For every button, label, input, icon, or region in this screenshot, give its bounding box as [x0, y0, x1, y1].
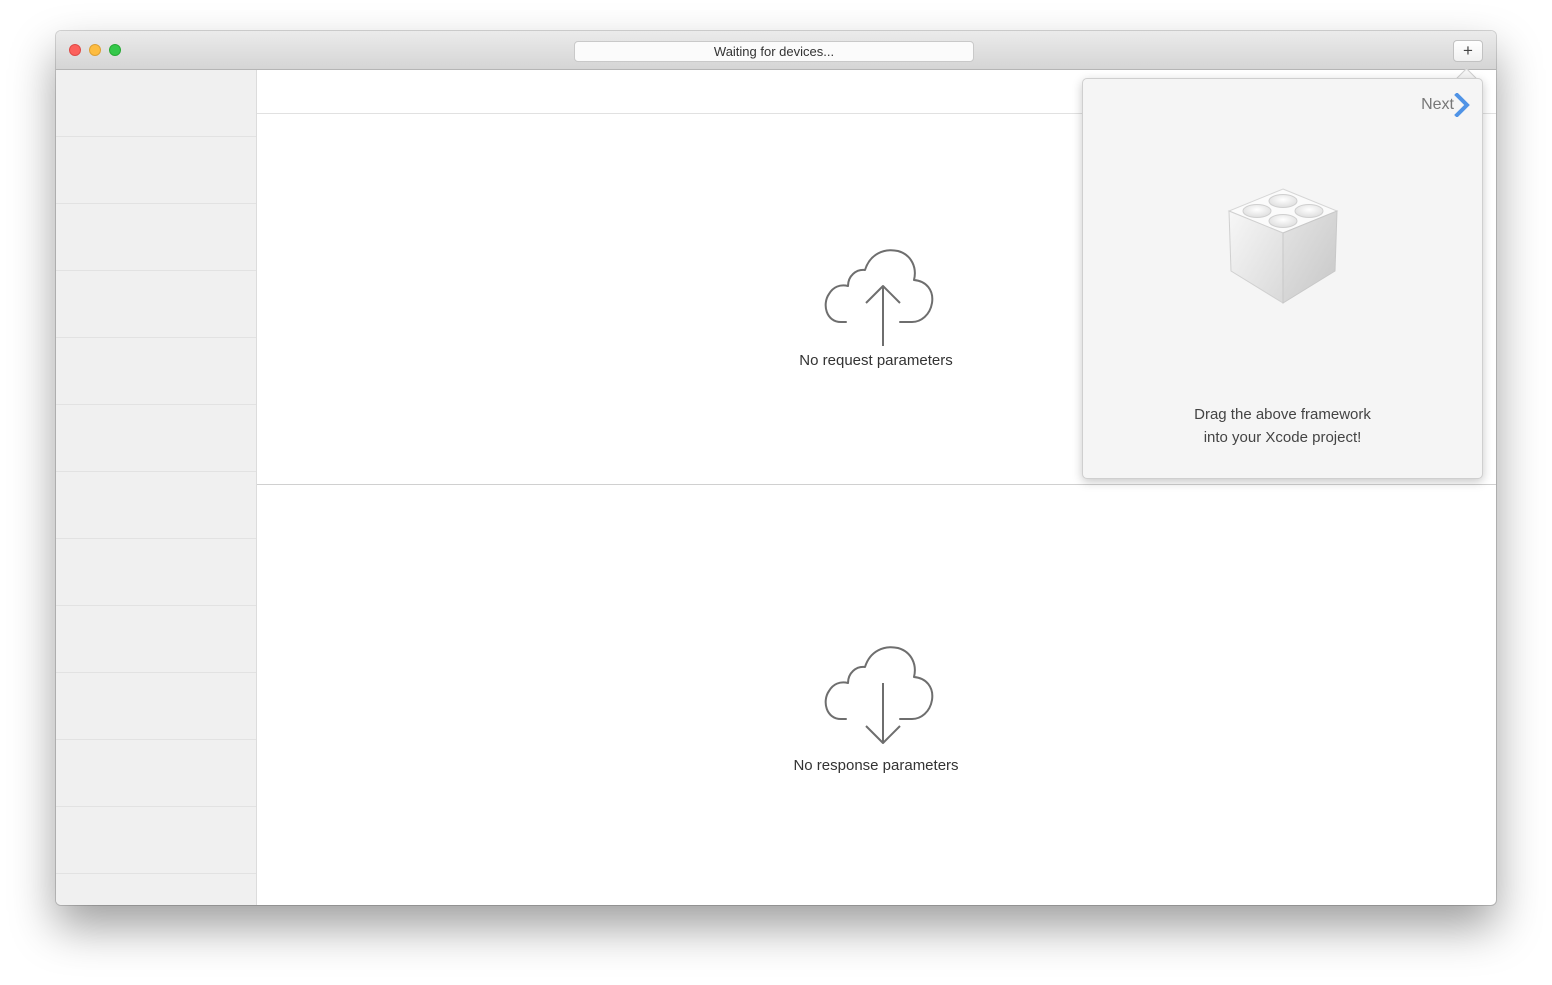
- list-row-separator: [56, 471, 256, 472]
- response-pane: No response parameters: [257, 485, 1496, 905]
- next-label: Next: [1421, 96, 1454, 113]
- device-status-field: Waiting for devices...: [574, 41, 974, 62]
- cloud-upload-icon: [824, 249, 934, 346]
- popover-message-line2: into your Xcode project!: [1203, 429, 1362, 446]
- setup-popover: Next Drag the above framework into your …: [1082, 78, 1483, 479]
- title-bar: Waiting for devices... +: [56, 31, 1496, 70]
- framework-brick-icon[interactable]: [1221, 185, 1345, 309]
- zoom-window-button[interactable]: [109, 44, 121, 56]
- minimize-window-button[interactable]: [89, 44, 101, 56]
- request-list-sidebar[interactable]: [56, 70, 257, 905]
- list-row-separator: [56, 873, 256, 874]
- chevron-right-icon: [1454, 93, 1470, 117]
- next-button[interactable]: Next: [1421, 93, 1470, 117]
- list-row-separator: [56, 136, 256, 137]
- list-row-separator: [56, 806, 256, 807]
- list-row-separator: [56, 538, 256, 539]
- list-row-separator: [56, 337, 256, 338]
- app-window: Waiting for devices... + No request para…: [56, 31, 1496, 905]
- list-row-separator: [56, 739, 256, 740]
- popover-message-line1: Drag the above framework: [1194, 406, 1371, 423]
- list-row-separator: [56, 672, 256, 673]
- close-window-button[interactable]: [69, 44, 81, 56]
- popover-message: Drag the above framework into your Xcode…: [1083, 403, 1482, 449]
- list-row-separator: [56, 203, 256, 204]
- list-row-separator: [56, 270, 256, 271]
- list-row-separator: [56, 605, 256, 606]
- cloud-download-icon: [824, 646, 934, 744]
- no-response-parameters-label: No response parameters: [793, 757, 959, 774]
- no-request-parameters-label: No request parameters: [799, 352, 953, 369]
- add-button[interactable]: +: [1453, 40, 1483, 62]
- list-row-separator: [56, 404, 256, 405]
